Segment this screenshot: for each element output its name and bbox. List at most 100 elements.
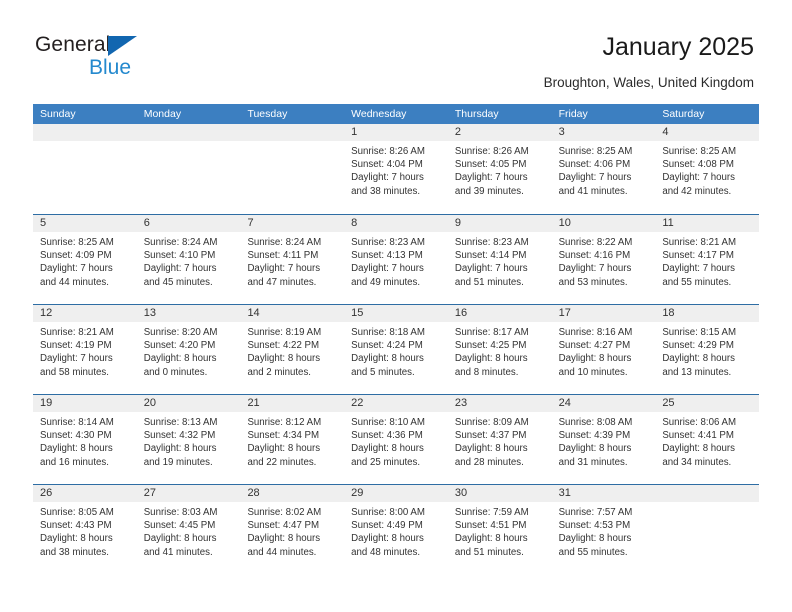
- day-detail-line: Sunrise: 8:25 AM: [558, 146, 633, 157]
- day-number-band: 29: [344, 485, 448, 502]
- day-detail-line: Sunset: 4:06 PM: [558, 159, 631, 171]
- calendar-day-cell[interactable]: 2 Sunrise: 8:26 AM Sunset: 4:05 PM Daylight…: [447, 124, 552, 214]
- day-number-band: 22: [344, 395, 448, 412]
- calendar-day-cell[interactable]: 29 Sunrise: 8:00 AM Sunset: 4:49 PM Dayligh…: [344, 485, 448, 574]
- day-number-band: 7: [240, 215, 345, 232]
- day-detail-line: and 28 minutes.: [454, 456, 524, 468]
- day-detail-line: Sunrise: 8:09 AM: [454, 417, 529, 428]
- day-details: Sunrise: 8:23 AM Sunset: 4:14 PM Daylight:…: [448, 232, 552, 289]
- day-detail-line: and 49 minutes.: [351, 276, 421, 288]
- day-detail-line: and 55 minutes.: [558, 546, 628, 558]
- day-detail-line: Sunset: 4:10 PM: [143, 250, 216, 262]
- calendar-day-cell[interactable]: 8 Sunrise: 8:23 AM Sunset: 4:13 PM Daylight…: [344, 215, 448, 304]
- day-detail-line: Sunset: 4:34 PM: [247, 430, 320, 442]
- calendar-day-cell[interactable]: 3 Sunrise: 8:25 AM Sunset: 4:06 PM Daylight…: [551, 124, 656, 214]
- calendar-day-cell-empty: [33, 124, 137, 214]
- calendar-day-cell[interactable]: 4 Sunrise: 8:25 AM Sunset: 4:08 PM Daylight…: [655, 124, 760, 214]
- calendar-day-cell[interactable]: 24 Sunrise: 8:08 AM Sunset: 4:39 PM Dayligh…: [551, 395, 656, 484]
- day-detail-line: Sunrise: 8:21 AM: [662, 237, 737, 248]
- logo-text-blue: Blue: [89, 56, 132, 79]
- calendar-day-cell[interactable]: 26 Sunrise: 8:05 AM Sunset: 4:43 PM Dayligh…: [33, 485, 137, 574]
- day-detail-line: and 48 minutes.: [351, 546, 421, 558]
- calendar-day-cell[interactable]: 14 Sunrise: 8:19 AM Sunset: 4:22 PM Dayligh…: [240, 305, 345, 394]
- calendar-day-cell[interactable]: 5 Sunrise: 8:25 AM Sunset: 4:09 PM Daylight…: [33, 215, 137, 304]
- calendar-day-cell-empty: [240, 124, 345, 214]
- calendar-day-cell[interactable]: 23 Sunrise: 8:09 AM Sunset: 4:37 PM Dayligh…: [447, 395, 552, 484]
- day-details: Sunrise: 8:00 AM Sunset: 4:49 PM Daylight:…: [344, 502, 448, 559]
- day-detail-line: and 2 minutes.: [247, 366, 311, 378]
- day-number: 9: [454, 217, 461, 229]
- day-number-band: 26: [33, 485, 137, 502]
- day-detail-line: Daylight: 7 hours: [40, 353, 113, 365]
- calendar-day-cell[interactable]: 30 Sunrise: 7:59 AM Sunset: 4:51 PM Dayligh…: [447, 485, 552, 574]
- calendar-day-cell[interactable]: 22 Sunrise: 8:10 AM Sunset: 4:36 PM Dayligh…: [344, 395, 448, 484]
- day-number: 14: [247, 307, 260, 319]
- calendar-day-cell[interactable]: 19 Sunrise: 8:14 AM Sunset: 4:30 PM Dayligh…: [33, 395, 137, 484]
- calendar-day-cell[interactable]: 16 Sunrise: 8:17 AM Sunset: 4:25 PM Dayligh…: [447, 305, 552, 394]
- day-number: 28: [247, 487, 260, 499]
- calendar-day-cell[interactable]: 25 Sunrise: 8:06 AM Sunset: 4:41 PM Dayligh…: [655, 395, 760, 484]
- day-detail-line: Sunset: 4:32 PM: [143, 430, 216, 442]
- day-number-band: [136, 124, 241, 141]
- day-detail-line: Sunrise: 8:22 AM: [558, 237, 633, 248]
- day-detail-line: Daylight: 8 hours: [351, 443, 424, 455]
- day-detail-line: Sunset: 4:47 PM: [247, 520, 320, 532]
- calendar-day-cell[interactable]: 28 Sunrise: 8:02 AM Sunset: 4:47 PM Dayligh…: [240, 485, 345, 574]
- day-detail-line: Sunrise: 8:24 AM: [143, 237, 218, 248]
- day-number: 27: [143, 487, 156, 499]
- calendar-day-cell[interactable]: 17 Sunrise: 8:16 AM Sunset: 4:27 PM Dayligh…: [551, 305, 656, 394]
- day-detail-line: Daylight: 8 hours: [40, 443, 113, 455]
- calendar-day-cell[interactable]: 15 Sunrise: 8:18 AM Sunset: 4:24 PM Dayligh…: [344, 305, 448, 394]
- day-detail-line: Daylight: 7 hours: [558, 263, 632, 275]
- day-detail-line: Sunset: 4:41 PM: [662, 430, 734, 442]
- general-blue-logo[interactable]: General Blue: [35, 33, 215, 85]
- day-detail-line: Daylight: 8 hours: [662, 353, 736, 365]
- calendar-day-cell[interactable]: 9 Sunrise: 8:23 AM Sunset: 4:14 PM Daylight…: [447, 215, 552, 304]
- calendar-day-cell[interactable]: 11 Sunrise: 8:21 AM Sunset: 4:17 PM Dayligh…: [655, 215, 760, 304]
- day-number: 21: [247, 397, 260, 409]
- day-details: Sunrise: 8:17 AM Sunset: 4:25 PM Daylight:…: [448, 322, 552, 379]
- day-detail-line: Sunset: 4:53 PM: [558, 520, 631, 532]
- calendar-day-cell[interactable]: 12 Sunrise: 8:21 AM Sunset: 4:19 PM Dayligh…: [33, 305, 137, 394]
- calendar-day-cell[interactable]: 6 Sunrise: 8:24 AM Sunset: 4:10 PM Daylight…: [136, 215, 241, 304]
- page-title: January 2025: [602, 33, 754, 61]
- day-detail-line: Daylight: 7 hours: [662, 263, 736, 275]
- calendar-day-cell[interactable]: 13 Sunrise: 8:20 AM Sunset: 4:20 PM Dayligh…: [136, 305, 241, 394]
- day-detail-line: Sunrise: 8:23 AM: [454, 237, 529, 248]
- day-details: Sunrise: 8:19 AM Sunset: 4:22 PM Daylight:…: [240, 322, 344, 379]
- calendar-day-cell[interactable]: 31 Sunrise: 7:57 AM Sunset: 4:53 PM Dayligh…: [551, 485, 656, 574]
- day-detail-line: Sunrise: 8:18 AM: [351, 327, 425, 338]
- day-detail-line: Sunrise: 8:00 AM: [351, 507, 425, 518]
- calendar-day-cell[interactable]: 21 Sunrise: 8:12 AM Sunset: 4:34 PM Dayligh…: [240, 395, 345, 484]
- day-number: 24: [558, 397, 571, 409]
- day-detail-line: Sunset: 4:25 PM: [454, 340, 527, 352]
- day-number: 12: [40, 307, 53, 319]
- day-detail-line: and 55 minutes.: [662, 276, 732, 288]
- day-details: Sunrise: 8:10 AM Sunset: 4:36 PM Daylight:…: [344, 412, 448, 469]
- calendar-weeks: 1 Sunrise: 8:26 AM Sunset: 4:04 PM Daylight…: [33, 124, 760, 574]
- day-number: 7: [247, 217, 254, 229]
- calendar-day-cell[interactable]: 10 Sunrise: 8:22 AM Sunset: 4:16 PM Dayligh…: [551, 215, 656, 304]
- calendar-day-cell[interactable]: 27 Sunrise: 8:03 AM Sunset: 4:45 PM Dayligh…: [136, 485, 241, 574]
- day-detail-line: Sunrise: 8:26 AM: [454, 146, 529, 157]
- calendar-day-cell[interactable]: 18 Sunrise: 8:15 AM Sunset: 4:29 PM Dayligh…: [655, 305, 760, 394]
- day-detail-line: Sunrise: 8:06 AM: [662, 417, 737, 428]
- day-number: 23: [454, 397, 468, 409]
- day-detail-line: Sunrise: 8:08 AM: [558, 417, 633, 428]
- day-detail-line: and 25 minutes.: [351, 456, 421, 468]
- calendar-day-cell[interactable]: 7 Sunrise: 8:24 AM Sunset: 4:11 PM Daylight…: [240, 215, 345, 304]
- day-number-band: [33, 124, 137, 141]
- day-detail-line: Sunrise: 8:16 AM: [558, 327, 633, 338]
- day-number-band: 6: [136, 215, 241, 232]
- calendar-day-cell[interactable]: 1 Sunrise: 8:26 AM Sunset: 4:04 PM Daylight…: [344, 124, 448, 214]
- day-detail-line: and 51 minutes.: [454, 546, 524, 558]
- day-detail-line: Sunset: 4:16 PM: [558, 250, 631, 262]
- day-details: Sunrise: 8:24 AM Sunset: 4:11 PM Daylight:…: [240, 232, 344, 289]
- day-number-band: [240, 124, 345, 141]
- calendar-day-cell[interactable]: 20 Sunrise: 8:13 AM Sunset: 4:32 PM Dayligh…: [136, 395, 241, 484]
- day-detail-line: and 22 minutes.: [247, 456, 317, 468]
- day-details: Sunrise: 8:09 AM Sunset: 4:37 PM Daylight:…: [448, 412, 552, 469]
- day-detail-line: Sunset: 4:17 PM: [662, 250, 734, 262]
- calendar-week-row: 19 Sunrise: 8:14 AM Sunset: 4:30 PM Dayligh…: [33, 394, 760, 484]
- day-detail-line: Sunset: 4:09 PM: [40, 250, 112, 262]
